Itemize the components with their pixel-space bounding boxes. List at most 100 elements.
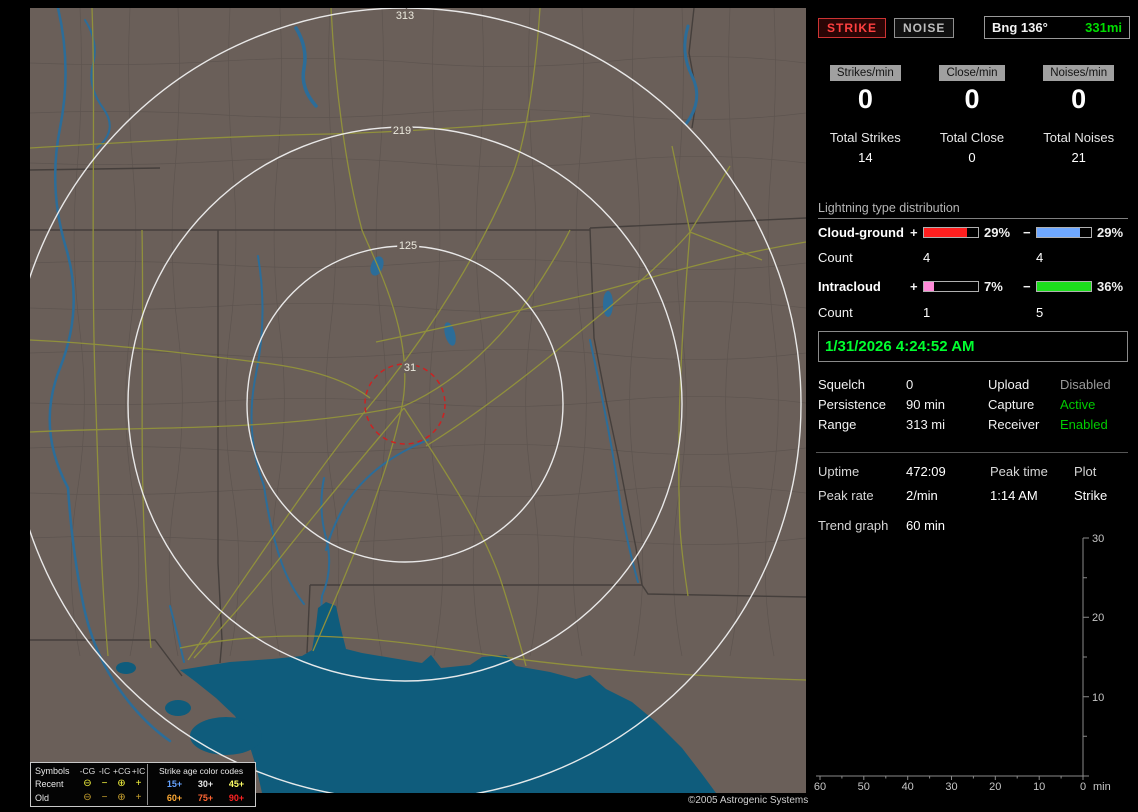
cloud-ground-count-row: Count 4 4 [818, 249, 1132, 265]
x-tick-20: 20 [989, 781, 1001, 793]
datetime-display: 1/31/2026 4:24:52 AM [818, 331, 1128, 362]
pos-ic-percent: 7% [984, 278, 1003, 294]
pos-cg-bar [923, 226, 979, 238]
x-axis-unit: min [1093, 781, 1111, 793]
intracloud-label: Intracloud [818, 278, 881, 294]
ring-label-313: 313 [396, 10, 414, 22]
bearing-label: Bng 136° [992, 20, 1048, 35]
mode-toolbar: STRIKE NOISE Bng 136° 331mi [818, 16, 1130, 39]
pos-cg-percent: 29% [984, 224, 1011, 240]
count-label: Count [818, 249, 853, 265]
neg-ic-percent: 36% [1097, 278, 1124, 294]
pos-ic-count: 1 [923, 304, 931, 320]
total-noises-label: Total Noises [1043, 130, 1115, 145]
neg-cg-recent-icon: ⊖ [83, 778, 92, 790]
pos-cg-old-icon: ⊕ [117, 791, 126, 803]
strike-mode-button[interactable]: STRIKE [818, 17, 887, 38]
trend-graph: 30 20 10 60 50 40 30 20 10 0 min [814, 533, 1111, 793]
intracloud-row: Intracloud + 7% − 36% [818, 278, 1132, 294]
intracloud-count-row: Count 1 5 [818, 304, 1132, 320]
y-tick-10: 10 [1092, 692, 1104, 704]
close-per-min-button[interactable]: Close/min [939, 65, 1005, 81]
distribution-title: Lightning type distribution [818, 201, 1128, 219]
age-60: 60+ [166, 792, 183, 803]
neg-cg-old-icon: ⊖ [83, 791, 92, 803]
peak-time-value: 1:14 AM [990, 487, 1038, 503]
strikes-per-min-button[interactable]: Strikes/min [829, 65, 901, 81]
datetime-text: 1/31/2026 4:24:52 AM [825, 338, 975, 355]
legend-age-header: Strike age color codes [159, 765, 244, 776]
persistence-label: Persistence [818, 396, 886, 412]
pos-ic-bar [923, 280, 979, 292]
cloud-ground-row: Cloud-ground + 29% − 29% [818, 224, 1132, 240]
noises-per-min-value: 0 [1071, 84, 1087, 114]
legend-col-pos-ic: +IC [131, 765, 146, 776]
total-strikes-value: 14 [858, 150, 873, 165]
persistence-value: 90 min [906, 396, 946, 412]
trend-graph-label: Trend graph [818, 517, 889, 533]
strikes-per-min-value: 0 [857, 84, 873, 114]
lightning-map[interactable]: 313 219 125 31 [8, 6, 807, 801]
x-tick-40: 40 [902, 781, 914, 793]
settings-row-1: Squelch 0 Upload Disabled [818, 375, 1132, 393]
noise-mode-button[interactable]: NOISE [894, 17, 955, 38]
pos-cg-count: 4 [923, 249, 931, 265]
plot-value: Strike [1074, 487, 1108, 503]
age-45: 45+ [228, 779, 245, 790]
close-per-min-value: 0 [964, 84, 980, 114]
pos-ic-recent-icon: + [135, 778, 142, 790]
x-tick-60: 60 [814, 781, 826, 793]
y-tick-30: 30 [1092, 533, 1104, 545]
count-label: Count [818, 304, 853, 320]
squelch-label: Squelch [818, 376, 865, 392]
legend-divider [147, 764, 159, 778]
receiver-status: Enabled [1060, 416, 1108, 432]
neg-cg-count: 4 [1036, 249, 1044, 265]
x-tick-50: 50 [858, 781, 870, 793]
total-close-label: Total Close [939, 130, 1005, 145]
map-svg: 313 219 125 31 [8, 6, 807, 801]
pos-cg-recent-icon: ⊕ [117, 778, 126, 790]
plus-sign: + [910, 278, 918, 294]
stats-row-1: Uptime 472:09 Peak time Plot [818, 462, 1132, 480]
ring-label-125: 125 [399, 240, 417, 252]
cloud-ground-label: Cloud-ground [818, 224, 904, 240]
total-noises-value: 21 [1071, 150, 1086, 165]
squelch-value: 0 [906, 376, 914, 392]
y-tick-20: 20 [1092, 612, 1104, 624]
age-30: 30+ [197, 779, 214, 790]
settings-row-3: Range 313 mi Receiver Enabled [818, 415, 1132, 433]
x-tick-30: 30 [945, 781, 957, 793]
peak-rate-value: 2/min [906, 487, 938, 503]
stats-row-2: Peak rate 2/min 1:14 AM Strike [818, 486, 1132, 504]
bearing-readout: Bng 136° 331mi [984, 16, 1130, 39]
legend-col-neg-cg: -CG [79, 765, 96, 776]
x-tick-0: 0 [1080, 781, 1086, 793]
x-tick-10: 10 [1033, 781, 1045, 793]
symbols-legend: Symbols -CG -IC +CG +IC Strike age color… [30, 762, 256, 807]
noises-per-min-button[interactable]: Noises/min [1043, 65, 1115, 81]
legend-divider [147, 791, 159, 805]
uptime-label: Uptime [818, 463, 860, 479]
age-15: 15+ [166, 779, 183, 790]
minus-sign: − [1023, 278, 1031, 294]
neg-cg-bar [1036, 226, 1092, 238]
total-strikes-label: Total Strikes [829, 130, 901, 145]
age-75: 75+ [197, 792, 214, 803]
plot-label: Plot [1074, 463, 1097, 479]
peak-time-label: Peak time [990, 463, 1048, 479]
section-divider [816, 452, 1128, 453]
capture-status: Active [1060, 396, 1096, 412]
legend-col-pos-cg: +CG [113, 765, 131, 776]
age-90: 90+ [228, 792, 245, 803]
legend-recent-label: Recent [35, 779, 64, 790]
settings-row-2: Persistence 90 min Capture Active [818, 395, 1132, 413]
neg-ic-old-icon: − [101, 791, 108, 803]
bearing-range: 331mi [1085, 20, 1122, 35]
peak-rate-label: Peak rate [818, 487, 874, 503]
receiver-label: Receiver [988, 416, 1040, 432]
rate-counters: Strikes/min Close/min Noises/min [812, 64, 1132, 81]
status-panel: STRIKE NOISE Bng 136° 331mi Strikes/min … [812, 8, 1132, 808]
neg-ic-recent-icon: − [101, 778, 108, 790]
neg-cg-percent: 29% [1097, 224, 1124, 240]
